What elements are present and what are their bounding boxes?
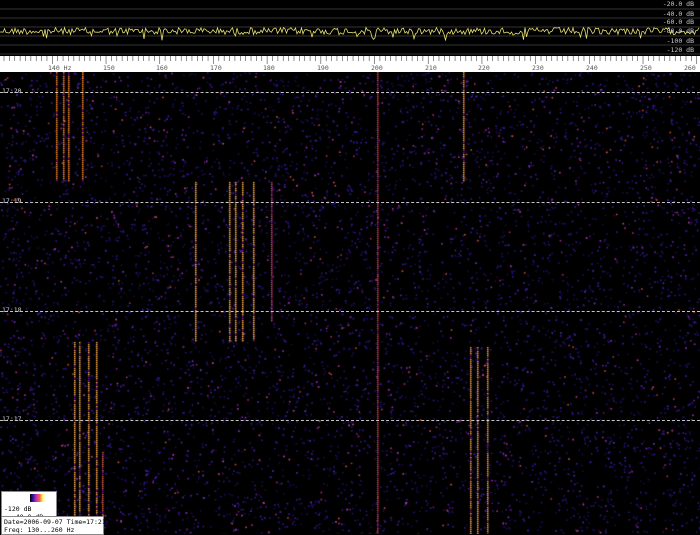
spectrum-panel: -20.0 dB -40.0 dB -60.0 dB -80.0 dB -100… [0, 0, 700, 56]
db-label: -60.0 dB [662, 18, 694, 26]
frequency-label: 140 Hz [48, 64, 72, 72]
date-time-label: Date=2006-09-07 Time=17:21 [4, 518, 106, 526]
frequency-label: 180 [263, 64, 275, 72]
frequency-label: 210 [425, 64, 437, 72]
colorbar-legend: -120 dB ..-40.0 dB [1, 491, 57, 521]
time-label: 17:20 [2, 87, 22, 95]
frequency-label: 240 [586, 64, 598, 72]
spectrum-plot [0, 8, 700, 55]
frequency-label: 250 [640, 64, 652, 72]
db-label: -80.0 dB [662, 27, 694, 35]
frequency-label: 200 [371, 64, 383, 72]
colorbar-gradient [30, 494, 46, 502]
time-label: 17:19 [2, 197, 22, 205]
frequency-scale: 140 Hz 150 160 170 180 190 200 210 220 2… [0, 56, 700, 72]
frequency-label: 160 [156, 64, 168, 72]
db-label: -40.0 dB [662, 10, 694, 18]
db-label: -100 dB [666, 37, 694, 45]
frequency-range-label: Freq: 130...260 Hz [4, 526, 75, 534]
frequency-label: 260 [684, 64, 696, 72]
frequency-label: 190 [317, 64, 329, 72]
time-label: 17:18 [2, 306, 22, 314]
info-box: Date=2006-09-07 Time=17:21 Freq: 130...2… [1, 516, 106, 535]
time-gridline [0, 202, 700, 203]
spectrogram-canvas [0, 72, 700, 534]
spectrum-trace [0, 26, 700, 42]
time-gridline [0, 92, 700, 93]
frequency-label: 220 [478, 64, 490, 72]
time-label: 17:17 [2, 415, 22, 423]
time-gridline [0, 311, 700, 312]
frequency-label: 170 [210, 64, 222, 72]
frequency-label: 230 [532, 64, 544, 72]
frequency-label: 150 [103, 64, 115, 72]
waterfall-spectrogram: 17:20 17:19 17:18 17:17 [0, 72, 700, 534]
db-label: -20.0 dB [662, 0, 694, 8]
db-label: -120 dB [666, 46, 694, 54]
time-gridline [0, 420, 700, 421]
